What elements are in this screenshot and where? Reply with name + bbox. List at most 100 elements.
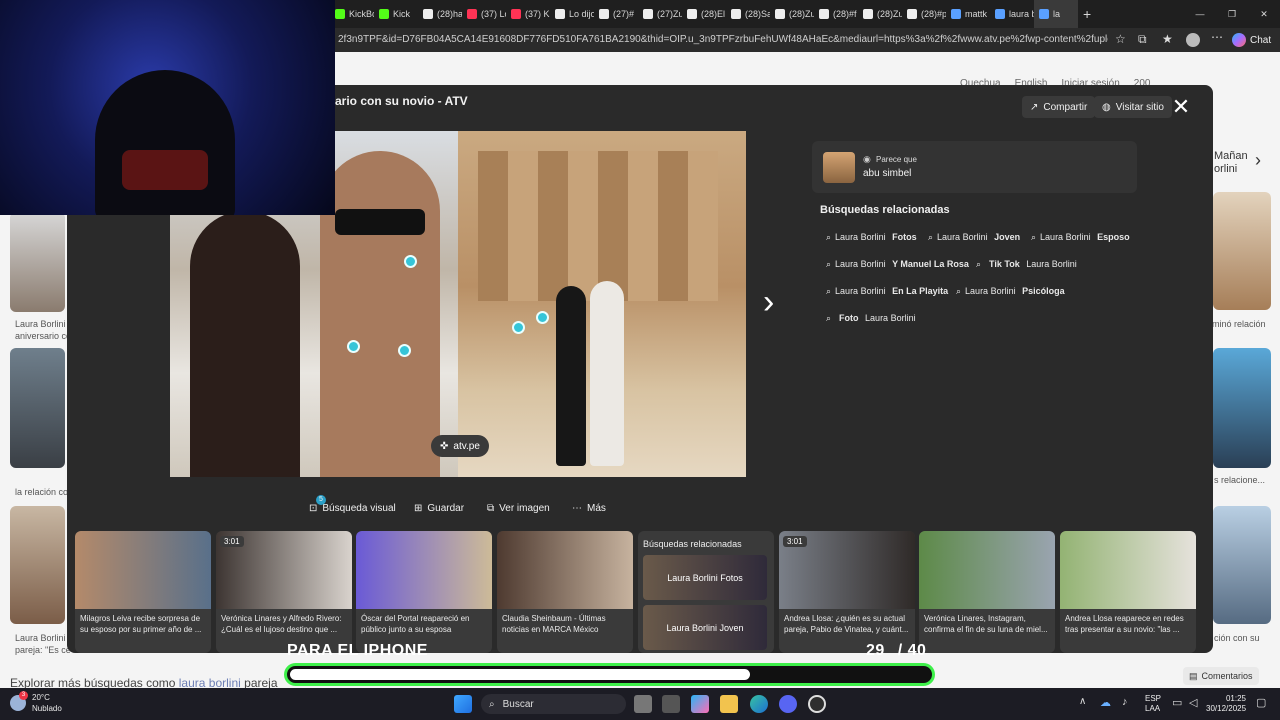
related-searches-card[interactable]: Búsquedas relacionadas Laura Borlini Foto…: [638, 531, 774, 653]
related-search-chip[interactable]: ⌕ Laura Borlini Joven: [922, 227, 1030, 247]
related-image-card[interactable]: 3:01 Verónica Linares y Alfredo Rivero: ¿…: [216, 531, 352, 653]
store-icon[interactable]: [662, 695, 680, 713]
visual-search-hotspot[interactable]: [512, 321, 525, 334]
language-indicator[interactable]: ESP LAA: [1145, 694, 1161, 714]
couple-figure-right: [590, 281, 624, 466]
browser-tab[interactable]: (27)#: [594, 0, 638, 28]
bg-thumb-left-3[interactable]: [10, 506, 65, 624]
more-button[interactable]: ⋯ Más: [572, 499, 606, 517]
related-search-chip[interactable]: ⌕ Laura Borlini Psicóloga: [950, 281, 1075, 301]
related-image-card[interactable]: Claudia Sheinbaum - Últimas noticias en …: [497, 531, 633, 653]
related-card-title: Búsquedas relacionadas: [643, 539, 742, 549]
browser-tab[interactable]: laura b: [990, 0, 1034, 28]
new-tab-button[interactable]: +: [1078, 0, 1096, 28]
browser-tab[interactable]: (28)Zu: [770, 0, 814, 28]
browser-tab[interactable]: (28)#f: [814, 0, 858, 28]
window-close-button[interactable]: ✕: [1248, 0, 1280, 28]
browser-tab[interactable]: (28)Sa: [726, 0, 770, 28]
related-search-chip[interactable]: ⌕ Laura Borlini Esposo: [1025, 227, 1140, 247]
source-pill[interactable]: ✜ atv.pe: [431, 435, 489, 457]
related-image-card[interactable]: Andrea Llosa reaparece en redes tras pre…: [1060, 531, 1196, 653]
browser-tab[interactable]: (28)El: [682, 0, 726, 28]
view-image-button[interactable]: ⧉ Ver imagen: [487, 499, 550, 517]
visual-search-hotspot[interactable]: [536, 311, 549, 324]
profile-avatar[interactable]: [1186, 33, 1200, 47]
minimize-button[interactable]: —: [1184, 0, 1216, 28]
visual-search-hotspot[interactable]: [398, 344, 411, 357]
edge-icon[interactable]: [750, 695, 768, 713]
task-view-icon[interactable]: [634, 695, 652, 713]
maximize-button[interactable]: ❐: [1216, 0, 1248, 28]
search-label: Buscar: [502, 698, 534, 710]
favorites-icon[interactable]: ★: [1162, 32, 1173, 46]
related-image-thumbnail: [1060, 531, 1196, 609]
view-image-label: Ver imagen: [499, 502, 550, 514]
visual-search-hotspot[interactable]: [404, 255, 417, 268]
tab-label: Kick: [393, 9, 411, 19]
browser-tab[interactable]: mattk: [946, 0, 990, 28]
notifications-icon[interactable]: ▢: [1256, 696, 1266, 709]
tab-label: (28)Zu: [877, 9, 902, 19]
globe-icon: ◍: [1102, 101, 1111, 113]
copilot-taskbar-icon[interactable]: [691, 695, 709, 713]
extensions-icon[interactable]: ⧉: [1138, 32, 1147, 47]
bg-thumb-right-3[interactable]: [1213, 506, 1271, 624]
related-mini-tile[interactable]: Laura Borlini Fotos: [643, 555, 767, 600]
settings-more-icon[interactable]: ⋯: [1211, 30, 1223, 44]
visit-site-button[interactable]: ◍ Visitar sitio: [1094, 96, 1172, 118]
url-field[interactable]: 2f3n9TPF&id=D76FB04A5CA14E91608DF776FD51…: [338, 34, 1108, 45]
microphone-icon[interactable]: ♪: [1122, 696, 1128, 708]
browser-tab[interactable]: (28)Zu: [858, 0, 902, 28]
cloud-icon[interactable]: ☁: [1100, 696, 1111, 709]
comments-button[interactable]: ▤ Comentarios: [1183, 667, 1259, 685]
browser-tab[interactable]: (28)ha: [418, 0, 462, 28]
browser-tab[interactable]: Lo dijo: [550, 0, 594, 28]
bg-thumb-right-2[interactable]: [1213, 348, 1271, 468]
obs-icon[interactable]: [808, 695, 826, 713]
related-image-card[interactable]: 3:01 Andrea Llosa: ¿quién es su actual pa…: [779, 531, 915, 653]
browser-tab[interactable]: (37) Ki: [506, 0, 550, 28]
related-search-chip[interactable]: ⌕ Laura Borlini Y Manuel La Rosa: [820, 254, 979, 274]
discord-icon[interactable]: [779, 695, 797, 713]
volume-icon[interactable]: ◁: [1189, 696, 1197, 709]
visual-search-button[interactable]: ⊡ 5 Búsqueda visual: [309, 494, 396, 517]
image-title[interactable]: ario con su novio - ATV: [335, 94, 468, 108]
bg-thumb-right-1[interactable]: [1213, 192, 1271, 310]
search-icon: ⌕: [1031, 231, 1037, 242]
save-button[interactable]: ⊞ Guardar: [414, 499, 464, 517]
related-image-card[interactable]: Milagros Leiva recibe sorpresa de su esp…: [75, 531, 211, 653]
related-search-chip[interactable]: ⌕ Laura Borlini En La Playita: [820, 281, 958, 301]
tray-chevron-icon[interactable]: ∧: [1079, 696, 1086, 707]
related-image-card[interactable]: Óscar del Portal reapareció en público j…: [356, 531, 492, 653]
browser-tab[interactable]: (27)Zu: [638, 0, 682, 28]
browser-tab[interactable]: (28)#p: [902, 0, 946, 28]
weather-widget[interactable]: 3 20°C Nublado: [10, 691, 62, 714]
browser-tab[interactable]: la: [1034, 0, 1078, 28]
favorite-star-icon[interactable]: ☆: [1115, 32, 1126, 46]
source-label: atv.pe: [453, 440, 480, 452]
browser-tab[interactable]: KickBo: [330, 0, 374, 28]
taskbar-search[interactable]: ⌕ Buscar: [481, 694, 626, 714]
more-dots-icon: ⋯: [572, 502, 582, 514]
browser-tab[interactable]: (37) Lo: [462, 0, 506, 28]
bg-thumb-left-1[interactable]: [10, 212, 65, 312]
related-search-chip[interactable]: ⌕ Tik Tok Laura Borlini: [970, 254, 1083, 274]
related-search-chip[interactable]: ⌕ Foto Laura Borlini: [820, 308, 922, 328]
related-image-card[interactable]: Verónica Linares, Instagram, confirma el…: [919, 531, 1055, 653]
close-icon[interactable]: ✕: [1169, 95, 1193, 119]
next-image-arrow[interactable]: ›: [763, 283, 774, 322]
start-button[interactable]: [454, 695, 472, 713]
file-explorer-icon[interactable]: [720, 695, 738, 713]
bg-thumb-left-2[interactable]: [10, 348, 65, 468]
browser-tab[interactable]: Kick: [374, 0, 418, 28]
share-button[interactable]: ↗ Compartir: [1022, 96, 1096, 118]
related-mini-tile[interactable]: Laura Borlini Joven: [643, 605, 767, 650]
clock[interactable]: 01:25 30/12/2025: [1206, 694, 1246, 714]
network-icon[interactable]: ▭: [1172, 696, 1182, 709]
related-search-chip[interactable]: ⌕ Laura Borlini Fotos: [820, 227, 927, 247]
lang-bottom: LAA: [1145, 704, 1161, 713]
copilot-chat-button[interactable]: Chat: [1232, 31, 1271, 49]
looks-like-card[interactable]: ◉ Parece que abu simbel: [812, 141, 1137, 193]
visual-search-hotspot[interactable]: [347, 340, 360, 353]
chevron-right-icon[interactable]: ›: [1255, 150, 1261, 171]
